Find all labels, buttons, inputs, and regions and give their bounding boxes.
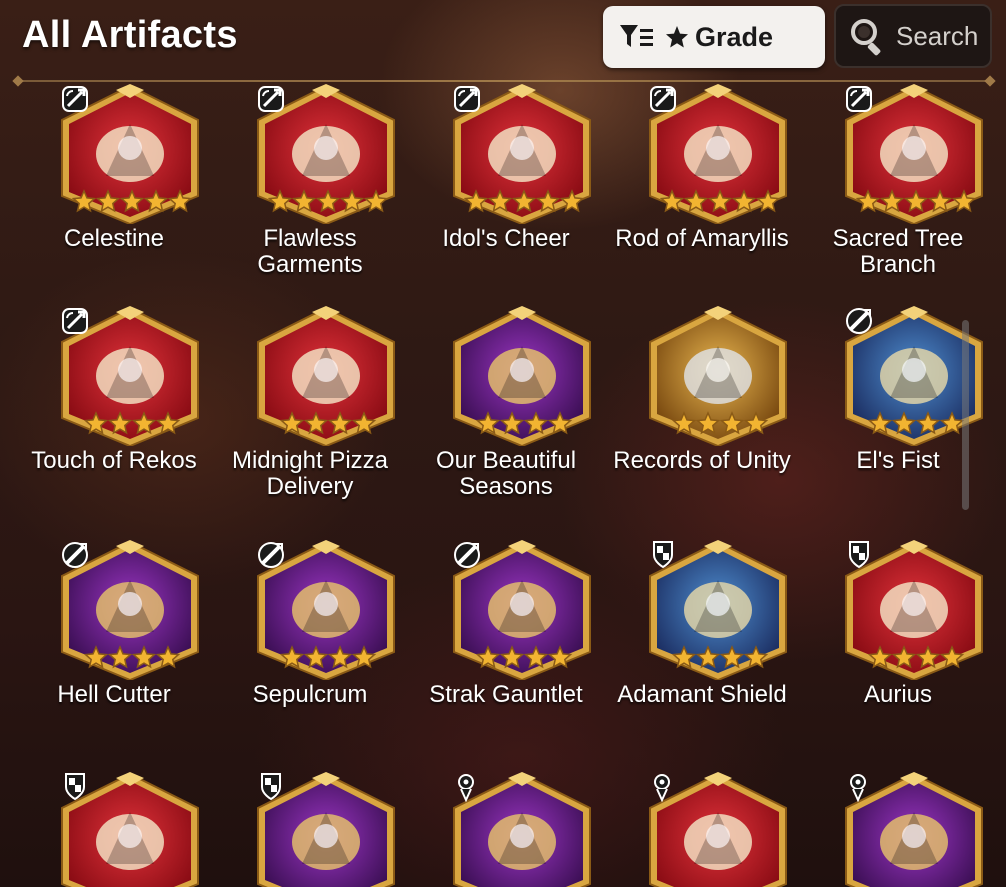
artifact-icon [60, 540, 200, 682]
artifact-icon [648, 84, 788, 226]
artifact-name: Sepulcrum [252, 681, 368, 708]
artifact-card[interactable] [212, 772, 408, 887]
shield-class-icon [849, 541, 869, 569]
artifact-icon [452, 772, 592, 887]
artifact-name: Idol's Cheer [442, 225, 570, 252]
mage-class-icon [850, 774, 866, 803]
artifact-name: Records of Unity [613, 447, 791, 474]
shield-class-icon [261, 773, 281, 801]
knight-class-icon [454, 86, 480, 112]
artifact-icon [256, 540, 396, 682]
artifact-icon [452, 306, 592, 448]
artifact-card[interactable]: Sacred Tree Branch [800, 84, 996, 284]
artifact-icon [844, 84, 984, 226]
artifact-icon [60, 84, 200, 226]
artifact-name: Rod of Amaryllis [615, 225, 789, 252]
artifact-icon [256, 84, 396, 226]
artifact-card[interactable] [604, 772, 800, 887]
artifact-card[interactable]: Aurius [800, 540, 996, 740]
artifact-name: Sacred Tree Branch [832, 225, 964, 278]
warrior-class-icon [454, 542, 480, 568]
warrior-class-icon [258, 542, 284, 568]
mage-class-icon [654, 774, 670, 803]
warrior-class-icon [846, 308, 872, 334]
artifact-card[interactable]: Touch of Rekos [16, 306, 212, 506]
artifact-icon [844, 772, 984, 887]
artifact-card[interactable]: Idol's Cheer [408, 84, 604, 284]
artifact-icon [648, 306, 788, 448]
artifact-card[interactable]: Hell Cutter [16, 540, 212, 740]
shield-class-icon [65, 773, 85, 801]
artifact-card[interactable]: Midnight Pizza Delivery [212, 306, 408, 506]
artifact-card[interactable]: Records of Unity [604, 306, 800, 506]
artifact-name: Hell Cutter [57, 681, 171, 708]
artifact-name: Adamant Shield [617, 681, 787, 708]
artifact-card[interactable] [408, 772, 604, 887]
artifact-name: Celestine [63, 225, 165, 252]
artifact-card[interactable]: Strak Gauntlet [408, 540, 604, 740]
artifact-icon [452, 84, 592, 226]
artifact-card[interactable]: Adamant Shield [604, 540, 800, 740]
artifact-card[interactable] [16, 772, 212, 887]
artifact-card[interactable]: Our Beautiful Seasons [408, 306, 604, 506]
artifact-card[interactable]: Sepulcrum [212, 540, 408, 740]
mage-class-icon [458, 774, 474, 803]
artifact-name: Touch of Rekos [31, 447, 197, 474]
artifact-card[interactable]: Celestine [16, 84, 212, 284]
artifact-icon [648, 540, 788, 682]
artifact-icon [452, 540, 592, 682]
artifact-name: Our Beautiful Seasons [435, 447, 577, 500]
scrollbar[interactable] [962, 320, 969, 510]
artifact-icon [844, 540, 984, 682]
artifact-icon [60, 306, 200, 448]
artifact-card[interactable] [800, 772, 996, 887]
artifact-icon [648, 772, 788, 887]
shield-class-icon [653, 541, 673, 569]
artifact-name: Aurius [863, 681, 933, 708]
artifact-icon [60, 772, 200, 887]
artifact-name: Midnight Pizza Delivery [231, 447, 389, 500]
artifact-icon [256, 772, 396, 887]
knight-class-icon [258, 86, 284, 112]
knight-class-icon [650, 86, 676, 112]
warrior-class-icon [62, 542, 88, 568]
artifact-card[interactable]: Rod of Amaryllis [604, 84, 800, 284]
knight-class-icon [62, 86, 88, 112]
knight-class-icon [62, 308, 88, 334]
artifact-icon [256, 306, 396, 448]
knight-class-icon [846, 86, 872, 112]
artifact-name: Flawless Garments [257, 225, 363, 278]
artifact-grid: Celestine Flawless Garments Idol's Cheer Ro… [0, 0, 1006, 887]
artifact-card[interactable]: Flawless Garments [212, 84, 408, 284]
artifact-name: Strak Gauntlet [429, 681, 583, 708]
